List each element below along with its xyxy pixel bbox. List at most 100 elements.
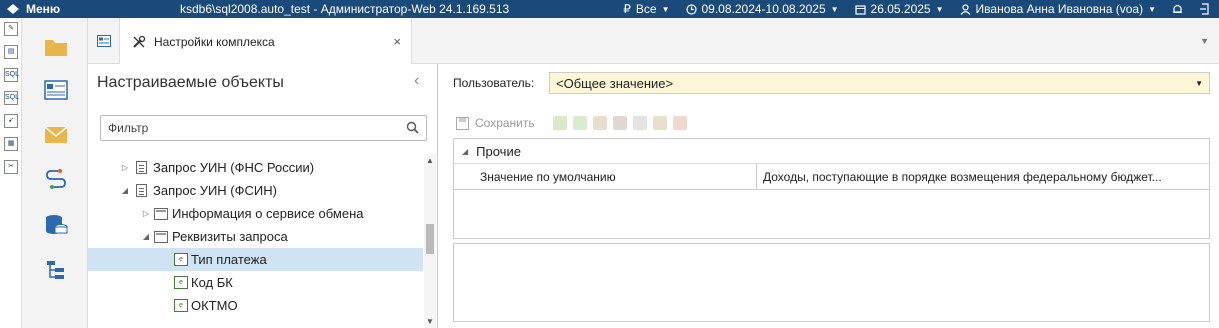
property-name: Значение по умолчанию — [454, 164, 757, 189]
field-icon: e — [174, 276, 188, 289]
tree-item[interactable]: e Код БК — [88, 271, 423, 294]
field-icon: e — [174, 253, 188, 266]
expand-arrow-icon[interactable]: ▷ — [120, 163, 130, 172]
tree-item[interactable]: ◢ Реквизиты запроса — [88, 225, 423, 248]
chevron-down-icon: ▼ — [661, 4, 670, 14]
tool-icon[interactable]: ✂ — [4, 160, 18, 174]
property-group[interactable]: ◢ Прочие — [454, 139, 1209, 164]
document-icon — [136, 161, 147, 174]
user-menu[interactable]: Иванова Анна Ивановна (voa) ▼ — [960, 2, 1156, 16]
window-icon — [96, 35, 111, 47]
date-selector[interactable]: 26.05.2025 ▼ — [854, 2, 944, 16]
sql-icon[interactable]: SQL — [4, 68, 19, 82]
app-logo-icon — [7, 4, 19, 14]
period-selector[interactable]: 09.08.2024-10.08.2025 ▼ — [685, 2, 839, 16]
tree-item[interactable]: e ОКТМО — [88, 294, 423, 317]
spec-icon[interactable]: ▦ — [4, 137, 18, 151]
objects-tree: ▷ Запрос УИН (ФНС России) ◢ Запрос УИН (… — [88, 154, 423, 328]
property-row[interactable]: Значение по умолчанию Доходы, поступающи… — [454, 164, 1209, 190]
tree-item-label: ОКТМО — [191, 298, 238, 313]
logout-icon[interactable] — [1199, 3, 1211, 15]
collapse-arrow-icon[interactable]: ◢ — [120, 186, 130, 195]
form-icon — [154, 230, 168, 243]
property-value[interactable]: Доходы, поступающие в порядке возмещения… — [757, 164, 1209, 189]
form-icon — [154, 207, 168, 220]
quick-tools-strip: ✎ ▤ SQL SQL ➹ ▦ ✂ — [0, 18, 22, 328]
tools-icon — [133, 35, 146, 48]
tree-item[interactable]: ◢ Запрос УИН (ФСИН) — [88, 179, 423, 202]
copy-icon[interactable] — [632, 116, 647, 130]
user-label: Пользователь: — [453, 76, 535, 90]
chevron-down-icon[interactable]: ▼ — [1195, 79, 1203, 88]
tree-item-label: Информация о сервисе обмена — [172, 206, 364, 221]
chevron-down-icon: ▼ — [1148, 4, 1156, 14]
filter-placeholder: Фильтр — [108, 121, 149, 135]
budget-filter-selector[interactable]: ₽ Все ▼ — [623, 2, 669, 16]
tree-scrollbar[interactable]: ▲ ▼ — [424, 154, 436, 328]
export-icon[interactable] — [652, 116, 667, 130]
folder-icon[interactable] — [44, 36, 68, 58]
import-icon[interactable] — [672, 116, 687, 130]
description-panel — [453, 243, 1210, 322]
collapse-panel-icon[interactable]: ‹ — [414, 72, 419, 90]
tree-item-label: Реквизиты запроса — [172, 229, 288, 244]
tree-item-label: Запрос УИН (ФСИН) — [153, 183, 277, 198]
tab-label: Настройки комплекса — [154, 34, 275, 49]
user-select[interactable]: <Общее значение> ▼ — [549, 72, 1210, 94]
calendar-icon — [854, 4, 866, 15]
collapse-arrow-icon[interactable]: ◢ — [462, 147, 468, 156]
group-label: Прочие — [476, 143, 521, 159]
currency-icon: ₽ — [623, 2, 631, 16]
filter-input[interactable]: Фильтр — [100, 115, 427, 141]
tabs-dropdown-icon[interactable]: ▼ — [1200, 36, 1209, 46]
tab-settings[interactable]: Настройки комплекса × — [120, 18, 412, 65]
database-icon[interactable] — [44, 214, 68, 236]
bell-icon[interactable] — [1172, 3, 1183, 15]
tree-item-label: Тип платежа — [191, 252, 267, 267]
report-icon[interactable]: ▤ — [4, 45, 18, 59]
save-icon — [456, 116, 469, 130]
scroll-thumb[interactable] — [426, 224, 434, 254]
window-title: ksdb6\sql2008.auto_test - Администратор-… — [180, 2, 510, 16]
user-select-value: <Общее значение> — [556, 75, 674, 91]
tree-item-label: Код БК — [191, 275, 233, 290]
tree-item[interactable]: ▷ Информация о сервисе обмена — [88, 202, 423, 225]
tree-item-label: Запрос УИН (ФНС России) — [153, 160, 315, 175]
scroll-down-icon[interactable]: ▼ — [426, 317, 434, 326]
tree-item-selected[interactable]: e Тип платежа — [88, 248, 423, 271]
undo-icon[interactable] — [572, 116, 587, 130]
properties-grid: ◢ Прочие Значение по умолчанию Доходы, п… — [453, 138, 1210, 239]
wizard-icon[interactable]: ✎ — [4, 22, 18, 36]
exchange-icon[interactable] — [44, 168, 68, 190]
user-name: Иванова Анна Ивановна (voa) — [975, 2, 1144, 16]
mail-icon[interactable] — [44, 124, 68, 146]
tab-strip: Настройки комплекса × ▼ — [88, 18, 1219, 65]
user-settings-icon[interactable] — [592, 116, 607, 130]
tab-home[interactable] — [88, 18, 120, 64]
chevron-down-icon: ▼ — [830, 4, 839, 14]
documents-icon[interactable] — [44, 79, 68, 101]
period-value: 09.08.2024-10.08.2025 — [701, 2, 826, 16]
main-navigation — [22, 18, 88, 328]
close-icon[interactable]: × — [393, 34, 401, 49]
search-icon[interactable] — [406, 121, 419, 134]
collapse-arrow-icon[interactable]: ◢ — [141, 232, 151, 241]
field-icon: e — [174, 299, 188, 312]
clock-icon — [685, 3, 697, 15]
budget-filter-value: Все — [635, 2, 657, 16]
top-bar: Меню ksdb6\sql2008.auto_test - Администр… — [0, 0, 1219, 18]
scroll-up-icon[interactable]: ▲ — [426, 156, 434, 165]
sql-query-icon[interactable]: SQL — [4, 91, 19, 105]
configurable-objects-panel: Настраиваемые объекты ‹ Фильтр ▷ Запрос … — [88, 64, 438, 328]
main-menu-button[interactable]: Меню — [0, 2, 110, 16]
announce-icon[interactable]: ➹ — [4, 114, 18, 128]
date-value: 26.05.2025 — [870, 2, 931, 16]
clear-icon[interactable] — [552, 116, 567, 130]
tree-item[interactable]: ▷ Запрос УИН (ФНС России) — [88, 156, 423, 179]
chevron-down-icon: ▼ — [935, 4, 944, 14]
expand-arrow-icon[interactable]: ▷ — [141, 209, 151, 218]
user-copy-icon[interactable] — [612, 116, 627, 130]
user-icon — [960, 3, 970, 15]
hierarchy-icon[interactable] — [44, 260, 68, 282]
save-button[interactable]: Сохранить — [475, 116, 535, 130]
